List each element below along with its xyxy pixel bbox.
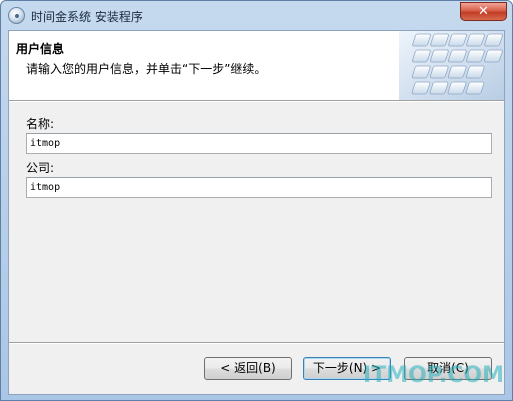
window-title: 时间金系统 安装程序 [31, 10, 143, 24]
name-field[interactable]: itmop [26, 133, 492, 154]
site-watermark: ITMOP.COM [363, 363, 504, 388]
name-label: 名称: [26, 117, 55, 131]
page-title: 用户信息 [16, 42, 65, 56]
footer-divider [9, 342, 504, 344]
title-bar[interactable]: 时间金系统 安装程序 ✕ [1, 1, 512, 30]
back-button[interactable]: < 返回(B) [204, 357, 292, 380]
close-button[interactable]: ✕ [460, 2, 507, 21]
wizard-body: 用户信息 请输入您的用户信息，并单击“下一步”继续。 名称: itmop 公司:… [8, 30, 505, 395]
wizard-header: 用户信息 请输入您的用户信息，并单击“下一步”继续。 [9, 31, 504, 101]
installer-disc-icon [8, 7, 25, 24]
installer-window: 时间金系统 安装程序 ✕ 用户信息 请输入您的用户信息，并单击“下一步”继续。 [0, 0, 513, 401]
keyboard-banner-image [399, 31, 504, 100]
company-field[interactable]: itmop [26, 177, 492, 198]
company-label: 公司: [26, 161, 55, 175]
header-divider [9, 101, 504, 102]
page-description: 请输入您的用户信息，并单击“下一步”继续。 [26, 62, 267, 76]
